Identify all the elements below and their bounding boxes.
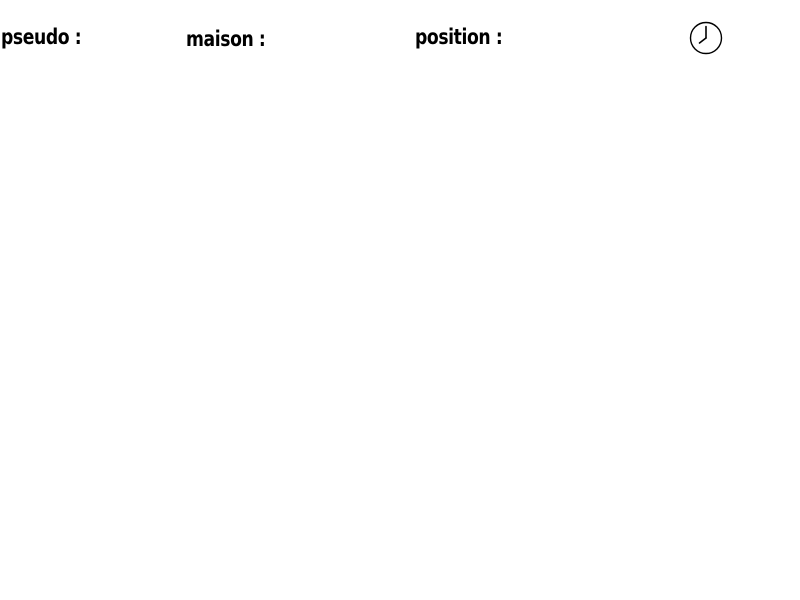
game-hud: pseudo : maison : position : [0, 0, 800, 80]
clock-icon [689, 21, 723, 55]
pseudo-label: pseudo : [1, 25, 82, 49]
position-label: position : [415, 25, 503, 49]
maison-label: maison : [186, 27, 266, 51]
game-area[interactable] [0, 80, 800, 600]
